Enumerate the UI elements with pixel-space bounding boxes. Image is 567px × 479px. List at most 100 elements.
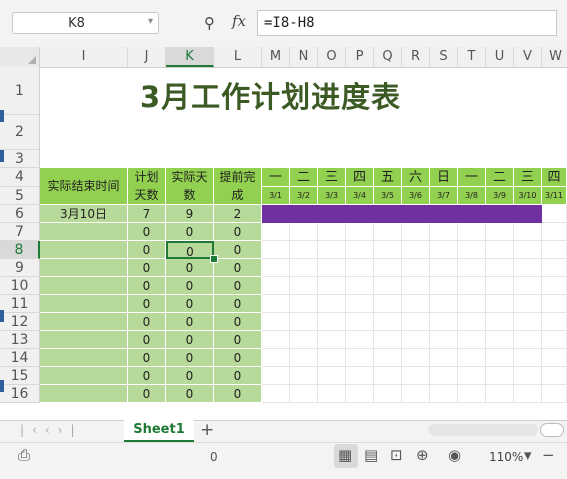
gantt-cell[interactable] (542, 367, 567, 385)
horizontal-scrollbar[interactable] (428, 424, 538, 436)
gantt-bar-cell[interactable] (402, 205, 430, 223)
row-header-1[interactable]: 1 (0, 67, 40, 115)
gantt-cell[interactable] (542, 223, 567, 241)
gantt-cell[interactable] (514, 295, 542, 313)
gantt-cell[interactable] (290, 295, 318, 313)
actual-days-cell[interactable]: 0 (166, 331, 214, 349)
row-header-9[interactable]: 9 (0, 259, 40, 277)
ahead-cell[interactable]: 0 (214, 277, 262, 295)
gantt-cell[interactable] (542, 295, 567, 313)
gantt-cell[interactable] (486, 295, 514, 313)
date-header[interactable]: 3/6 (402, 187, 430, 205)
gantt-cell[interactable] (346, 259, 374, 277)
gantt-cell[interactable] (318, 313, 346, 331)
gantt-cell[interactable] (514, 331, 542, 349)
zoom-icon[interactable]: ⚲ (204, 14, 215, 32)
actual-days-cell[interactable]: 9 (166, 205, 214, 223)
gantt-cell[interactable] (262, 349, 290, 367)
plan-days-cell[interactable]: 0 (128, 349, 166, 367)
actual-end-cell[interactable] (40, 223, 128, 241)
weekday-header[interactable]: 六 (402, 168, 430, 187)
gantt-cell[interactable] (402, 313, 430, 331)
gantt-cell[interactable] (318, 349, 346, 367)
gantt-cell[interactable] (318, 385, 346, 403)
chevron-down-icon[interactable]: ▾ (148, 16, 153, 27)
gantt-cell[interactable] (374, 331, 402, 349)
weekday-header[interactable]: 四 (346, 168, 374, 187)
gantt-cell[interactable] (458, 313, 486, 331)
gantt-cell[interactable] (542, 259, 567, 277)
ahead-cell[interactable]: 0 (214, 349, 262, 367)
gantt-cell[interactable] (290, 385, 318, 403)
header-plan-days[interactable]: 计划天数 (128, 168, 166, 205)
gantt-cell[interactable] (542, 277, 567, 295)
gantt-cell[interactable] (402, 241, 430, 259)
gantt-cell[interactable] (486, 367, 514, 385)
gantt-cell[interactable] (514, 223, 542, 241)
actual-end-cell[interactable] (40, 349, 128, 367)
gantt-cell[interactable] (262, 331, 290, 349)
gantt-cell[interactable] (458, 295, 486, 313)
gantt-cell[interactable] (346, 367, 374, 385)
ahead-cell[interactable]: 0 (214, 259, 262, 277)
gantt-cell[interactable] (402, 259, 430, 277)
ahead-cell[interactable]: 0 (214, 241, 262, 259)
row-header-10[interactable]: 10 (0, 277, 40, 295)
actual-days-cell[interactable]: 0 (166, 367, 214, 385)
actual-end-cell[interactable] (40, 277, 128, 295)
gantt-cell[interactable] (430, 241, 458, 259)
column-header-i[interactable]: I (40, 47, 128, 67)
gantt-cell[interactable] (346, 241, 374, 259)
column-header-s[interactable]: S (430, 47, 458, 67)
gantt-bar-cell[interactable] (458, 205, 486, 223)
gantt-cell[interactable] (262, 295, 290, 313)
gantt-cell[interactable] (542, 349, 567, 367)
column-header-n[interactable]: N (290, 47, 318, 67)
gantt-cell[interactable] (262, 241, 290, 259)
actual-days-cell[interactable]: 0 (166, 259, 214, 277)
gantt-cell[interactable] (514, 313, 542, 331)
weekday-header[interactable]: 一 (262, 168, 290, 187)
header-actual-days[interactable]: 实际天数 (166, 168, 214, 205)
gantt-cell[interactable] (486, 241, 514, 259)
gantt-cell[interactable] (458, 331, 486, 349)
weekday-header[interactable]: 三 (318, 168, 346, 187)
gantt-cell[interactable] (374, 223, 402, 241)
gantt-cell[interactable] (346, 385, 374, 403)
gantt-cell[interactable] (402, 331, 430, 349)
add-sheet-icon[interactable]: + (200, 420, 214, 440)
select-all-corner[interactable] (0, 47, 40, 67)
gantt-cell[interactable] (430, 367, 458, 385)
gantt-cell[interactable] (318, 259, 346, 277)
row-header-8[interactable]: 8 (0, 241, 40, 259)
column-header-o[interactable]: O (318, 47, 346, 67)
gantt-cell[interactable] (458, 241, 486, 259)
actual-end-cell[interactable] (40, 295, 128, 313)
gantt-cell[interactable] (262, 367, 290, 385)
gantt-cell[interactable] (346, 277, 374, 295)
ahead-cell[interactable]: 0 (214, 385, 262, 403)
gantt-cell[interactable] (290, 223, 318, 241)
weekday-header[interactable]: 四 (542, 168, 567, 187)
actual-days-cell[interactable]: 0 (166, 313, 214, 331)
gantt-cell[interactable] (430, 349, 458, 367)
gantt-cell[interactable] (318, 277, 346, 295)
ahead-cell[interactable]: 0 (214, 331, 262, 349)
gantt-cell[interactable] (290, 349, 318, 367)
sheet-nav-arrows-icon[interactable]: |‹‹›| (20, 423, 82, 437)
plan-days-cell[interactable]: 0 (128, 295, 166, 313)
scroll-thumb[interactable] (540, 423, 564, 437)
actual-days-cell[interactable]: 0 (166, 349, 214, 367)
weekday-header[interactable]: 三 (514, 168, 542, 187)
plan-days-cell[interactable]: 0 (128, 385, 166, 403)
date-header[interactable]: 3/2 (290, 187, 318, 205)
gantt-cell[interactable] (318, 367, 346, 385)
column-header-u[interactable]: U (486, 47, 514, 67)
gantt-cell[interactable] (374, 385, 402, 403)
gantt-cell[interactable] (374, 313, 402, 331)
gantt-cell[interactable] (430, 277, 458, 295)
weekday-header[interactable]: 二 (290, 168, 318, 187)
gantt-bar-cell[interactable] (290, 205, 318, 223)
gantt-cell[interactable] (486, 349, 514, 367)
gantt-cell[interactable] (374, 241, 402, 259)
